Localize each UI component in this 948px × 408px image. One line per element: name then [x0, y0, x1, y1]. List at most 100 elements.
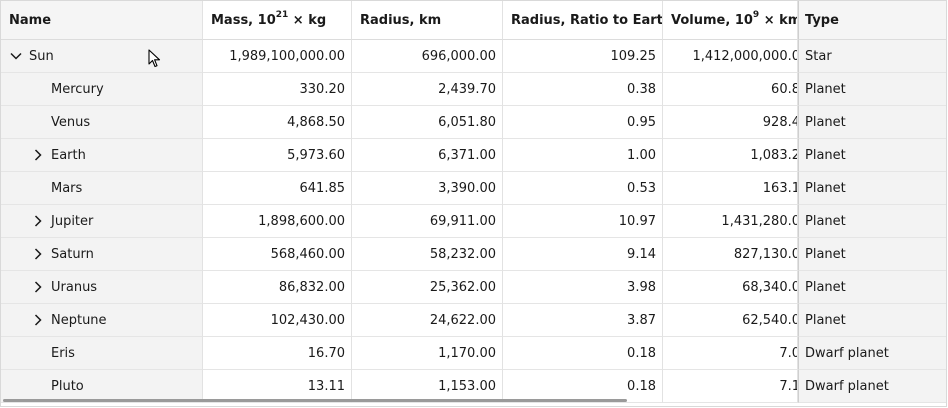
cell-volume: 62,540.0 — [663, 304, 798, 337]
row-name: Earth — [51, 147, 86, 163]
cell-type: Planet — [798, 304, 946, 337]
cell-name: Mercury — [1, 73, 203, 106]
cell-mass: 1,898,600.00 — [203, 205, 352, 238]
cell-radius: 1,170.00 — [352, 337, 503, 370]
row-name: Jupiter — [51, 213, 94, 229]
cell-volume: 1,431,280.0 — [663, 205, 798, 238]
cell-name: Earth — [1, 139, 203, 172]
cell-type: Planet — [798, 271, 946, 304]
column-header-volume[interactable]: Volume, 109 × km3 — [663, 1, 798, 40]
column-header-volume-label: Volume, 109 × km3 — [671, 10, 798, 28]
chevron-right-icon[interactable] — [31, 280, 45, 294]
column-header-radius-ratio-label: Radius, Ratio to Earth — [511, 12, 663, 28]
cell-mass: 86,832.00 — [203, 271, 352, 304]
cell-name: Neptune — [1, 304, 203, 337]
cell-type: Planet — [798, 73, 946, 106]
cell-mass: 1,989,100,000.00 — [203, 40, 352, 73]
cell-radius-ratio: 10.97 — [503, 205, 663, 238]
column-header-name-label: Name — [9, 12, 52, 28]
table-row[interactable]: Saturn 568,460.00 58,232.00 9.14 827,130.0 Pl… — [1, 238, 946, 271]
column-header-mass-label: Mass, 1021 × kg — [211, 10, 327, 28]
cell-volume: 60.8 — [663, 73, 798, 106]
cell-volume: 7.1 — [663, 370, 798, 403]
row-name: Saturn — [51, 246, 94, 262]
column-header-type-label: Type — [805, 12, 839, 28]
cell-radius: 6,371.00 — [352, 139, 503, 172]
table-row[interactable]: Eris 16.70 1,170.00 0.18 7.0 Dwarf planet — [1, 337, 946, 370]
table-row[interactable]: Mars 641.85 3,390.00 0.53 163.1 Planet — [1, 172, 946, 205]
table-row[interactable]: Neptune 102,430.00 24,622.00 3.87 62,540.0 Pl… — [1, 304, 946, 337]
cell-mass: 330.20 — [203, 73, 352, 106]
cell-radius-ratio: 1.00 — [503, 139, 663, 172]
cell-name: Sun — [1, 40, 203, 73]
cell-radius: 3,390.00 — [352, 172, 503, 205]
cell-type: Planet — [798, 139, 946, 172]
cell-radius: 6,051.80 — [352, 106, 503, 139]
cell-type: Star — [798, 40, 946, 73]
table-row[interactable]: Jupiter 1,898,600.00 69,911.00 10.97 1,431,2… — [1, 205, 946, 238]
cell-volume: 928.4 — [663, 106, 798, 139]
cell-radius: 696,000.00 — [352, 40, 503, 73]
cell-name: Saturn — [1, 238, 203, 271]
cell-volume: 827,130.0 — [663, 238, 798, 271]
cell-volume: 1,083.2 — [663, 139, 798, 172]
cell-name: Venus — [1, 106, 203, 139]
cell-mass: 568,460.00 — [203, 238, 352, 271]
table-row[interactable]: Venus 4,868.50 6,051.80 0.95 928.4 Planet — [1, 106, 946, 139]
row-name: Sun — [29, 48, 54, 64]
cell-radius-ratio: 0.95 — [503, 106, 663, 139]
cell-type: Planet — [798, 106, 946, 139]
cell-radius-ratio: 3.87 — [503, 304, 663, 337]
column-header-name[interactable]: Name — [1, 1, 203, 40]
column-header-radius[interactable]: Radius, km — [352, 1, 503, 40]
row-name: Mercury — [51, 81, 104, 97]
table-row[interactable]: Mercury 330.20 2,439.70 0.38 60.8 Planet — [1, 73, 946, 106]
table-row[interactable]: Earth 5,973.60 6,371.00 1.00 1,083.2 Planet — [1, 139, 946, 172]
cell-radius: 25,362.00 — [352, 271, 503, 304]
column-header-radius-ratio[interactable]: Radius, Ratio to Earth — [503, 1, 663, 40]
horizontal-scrollbar[interactable] — [3, 399, 627, 402]
cell-mass: 16.70 — [203, 337, 352, 370]
row-name: Neptune — [51, 312, 107, 328]
cell-volume: 1,412,000,000.0 — [663, 40, 798, 73]
cell-radius: 69,911.00 — [352, 205, 503, 238]
cell-name: Eris — [1, 337, 203, 370]
row-name: Pluto — [51, 378, 84, 394]
cell-radius-ratio: 0.18 — [503, 337, 663, 370]
cell-volume: 68,340.0 — [663, 271, 798, 304]
cell-type: Dwarf planet — [798, 337, 946, 370]
row-name: Venus — [51, 114, 91, 130]
column-header-mass[interactable]: Mass, 1021 × kg — [203, 1, 352, 40]
column-header-radius-label: Radius, km — [360, 12, 442, 28]
cell-type: Planet — [798, 238, 946, 271]
cell-volume: 163.1 — [663, 172, 798, 205]
table-row[interactable]: Uranus 86,832.00 25,362.00 3.98 68,340.0 Plan… — [1, 271, 946, 304]
column-header-type[interactable]: Type — [798, 1, 946, 40]
chevron-right-icon[interactable] — [31, 247, 45, 261]
cell-radius: 2,439.70 — [352, 73, 503, 106]
cell-mass: 5,973.60 — [203, 139, 352, 172]
chevron-down-icon[interactable] — [9, 49, 23, 63]
cell-name: Jupiter — [1, 205, 203, 238]
cell-radius: 24,622.00 — [352, 304, 503, 337]
cell-mass: 641.85 — [203, 172, 352, 205]
cell-mass: 102,430.00 — [203, 304, 352, 337]
chevron-right-icon[interactable] — [31, 214, 45, 228]
cell-radius-ratio: 109.25 — [503, 40, 663, 73]
tree-grid[interactable]: Name Mass, 1021 × kg Radius, km Radius, … — [0, 0, 947, 407]
cell-type: Planet — [798, 172, 946, 205]
row-name: Mars — [51, 180, 83, 196]
cell-name: Uranus — [1, 271, 203, 304]
cell-radius: 58,232.00 — [352, 238, 503, 271]
cell-radius-ratio: 0.38 — [503, 73, 663, 106]
row-name: Eris — [51, 345, 75, 361]
cell-type: Dwarf planet — [798, 370, 946, 403]
mouse-pointer-icon — [148, 49, 162, 73]
cell-type: Planet — [798, 205, 946, 238]
table-row[interactable]: Sun 1,989,100,000.00 696,000.00 109.25 1,412… — [1, 40, 946, 73]
header-row: Name Mass, 1021 × kg Radius, km Radius, … — [1, 1, 946, 40]
cell-radius-ratio: 3.98 — [503, 271, 663, 304]
chevron-right-icon[interactable] — [31, 148, 45, 162]
chevron-right-icon[interactable] — [31, 313, 45, 327]
row-name: Uranus — [51, 279, 98, 295]
